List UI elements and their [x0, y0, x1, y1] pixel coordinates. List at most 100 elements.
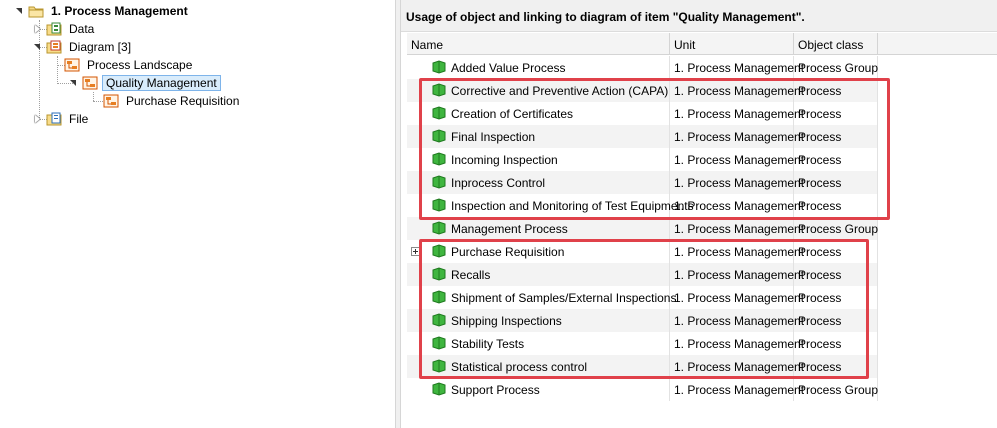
file-folder-icon: [46, 112, 62, 126]
cell-unit: 1. Process Management: [670, 355, 804, 378]
column-header-name[interactable]: Name: [407, 33, 670, 55]
expand-arrow-icon[interactable]: [32, 42, 42, 52]
table-row[interactable]: Stability Tests 1. Process Management Proc…: [407, 332, 878, 355]
cell-object-class: Process: [794, 79, 878, 102]
cell-unit: 1. Process Management: [670, 171, 804, 194]
cell-name: Added Value Process: [447, 56, 670, 79]
tree-node-label: Diagram [3]: [69, 40, 132, 54]
tree-node-label: Data: [69, 22, 95, 36]
process-icon: [432, 382, 446, 396]
tree-node-label: Quality Management: [102, 75, 221, 91]
process-icon: [432, 60, 446, 74]
table-row[interactable]: Recalls 1. Process Management Process: [407, 263, 878, 286]
table-row[interactable]: Support Process 1. Process Management Proc…: [407, 378, 878, 401]
tree-node-process-management[interactable]: 1. Process Management: [14, 2, 191, 20]
tree-node-label: 1. Process Management: [51, 4, 188, 18]
tree-node-label: Purchase Requisition: [126, 94, 240, 108]
tree-node-file[interactable]: File: [32, 110, 91, 128]
process-icon: [432, 129, 446, 143]
cell-unit: 1. Process Management: [670, 263, 804, 286]
tree-node-data[interactable]: Data: [32, 20, 97, 38]
column-header-object-class[interactable]: Object class: [794, 33, 878, 55]
tree-node-quality-management[interactable]: Quality Management: [68, 74, 221, 92]
cell-unit: 1. Process Management: [670, 102, 804, 125]
collapse-arrow-icon[interactable]: [32, 24, 42, 34]
folder-icon: [28, 4, 44, 18]
process-icon: [432, 244, 446, 258]
tree-connector: [93, 92, 94, 101]
cell-unit: 1. Process Management: [670, 286, 804, 309]
cell-name: Creation of Certificates: [447, 102, 670, 125]
cell-unit: 1. Process Management: [670, 309, 804, 332]
expand-row-icon[interactable]: [411, 247, 420, 256]
expand-arrow-icon[interactable]: [14, 6, 24, 16]
process-diagram-icon: [82, 76, 98, 90]
collapse-arrow-icon[interactable]: [32, 114, 42, 124]
table-row[interactable]: Inspection and Monitoring of Test Equipm…: [407, 194, 878, 217]
cell-object-class: Process: [794, 102, 878, 125]
table-row[interactable]: Creation of Certificates 1. Process Manag…: [407, 102, 878, 125]
grid-header: Name Unit Object class: [407, 33, 997, 55]
cell-object-class: Process: [794, 240, 878, 263]
table-row[interactable]: Purchase Requisition 1. Process Managemen…: [407, 240, 878, 263]
tree-node-process-landscape[interactable]: Process Landscape: [64, 56, 195, 74]
table-row[interactable]: Inprocess Control 1. Process Management Pr…: [407, 171, 878, 194]
table-row[interactable]: Shipment of Samples/External Inspections…: [407, 286, 878, 309]
column-header-unit[interactable]: Unit: [670, 33, 794, 55]
cell-name: Corrective and Preventive Action (CAPA): [447, 79, 670, 102]
cell-object-class: Process: [794, 125, 878, 148]
cell-name: Purchase Requisition: [447, 240, 670, 263]
cell-name: Shipment of Samples/External Inspections: [447, 286, 676, 309]
process-icon: [432, 198, 446, 212]
cell-object-class: Process: [794, 286, 878, 309]
cell-unit: 1. Process Management: [670, 194, 804, 217]
cell-object-class: Process: [794, 148, 878, 171]
data-model-icon: [46, 22, 62, 36]
cell-name: Statistical process control: [447, 355, 670, 378]
process-diagram-icon: [103, 94, 119, 108]
cell-name: Recalls: [447, 263, 670, 286]
process-icon: [432, 313, 446, 327]
table-row[interactable]: Management Process 1. Process Management P…: [407, 217, 878, 240]
table-row[interactable]: Incoming Inspection 1. Process Management…: [407, 148, 878, 171]
cell-object-class: Process: [794, 263, 878, 286]
cell-object-class: Process Group: [794, 217, 878, 240]
cell-unit: 1. Process Management: [670, 240, 804, 263]
navigation-tree[interactable]: 1. Process Management Data Diagram [3] P…: [0, 0, 395, 428]
table-row[interactable]: Final Inspection 1. Process Management Pro…: [407, 125, 878, 148]
process-icon: [432, 221, 446, 235]
tree-node-label: Process Landscape: [87, 58, 193, 72]
process-icon: [432, 290, 446, 304]
cell-object-class: Process: [794, 171, 878, 194]
process-icon: [432, 152, 446, 166]
process-icon: [432, 83, 446, 97]
process-icon: [432, 106, 446, 120]
cell-object-class: Process Group: [794, 378, 878, 401]
cell-unit: 1. Process Management: [670, 378, 804, 401]
cell-name: Final Inspection: [447, 125, 670, 148]
cell-unit: 1. Process Management: [670, 217, 804, 240]
table-row[interactable]: Shipping Inspections 1. Process Managemen…: [407, 309, 878, 332]
table-row[interactable]: Corrective and Preventive Action (CAPA) 1…: [407, 79, 878, 102]
tree-connector: [57, 56, 58, 84]
tree-connector: [93, 101, 103, 102]
usage-panel: Usage of object and linking to diagram o…: [401, 0, 997, 428]
cell-unit: 1. Process Management: [670, 125, 804, 148]
cell-object-class: Process: [794, 332, 878, 355]
process-icon: [432, 336, 446, 350]
table-row[interactable]: Statistical process control 1. Process Ma…: [407, 355, 878, 378]
tree-node-label: File: [69, 112, 89, 126]
cell-unit: 1. Process Management: [670, 332, 804, 355]
cell-object-class: Process: [794, 194, 878, 217]
panel-title: Usage of object and linking to diagram o…: [401, 0, 997, 32]
cell-name: Incoming Inspection: [447, 148, 670, 171]
process-icon: [432, 175, 446, 189]
tree-node-diagram[interactable]: Diagram [3]: [32, 38, 134, 56]
tree-node-purchase-requisition[interactable]: Purchase Requisition: [103, 92, 242, 110]
table-row[interactable]: Added Value Process 1. Process Management…: [407, 56, 878, 79]
cell-name: Support Process: [447, 378, 670, 401]
process-icon: [432, 267, 446, 281]
process-icon: [432, 359, 446, 373]
cell-name: Inprocess Control: [447, 171, 670, 194]
expand-arrow-icon[interactable]: [68, 78, 78, 88]
